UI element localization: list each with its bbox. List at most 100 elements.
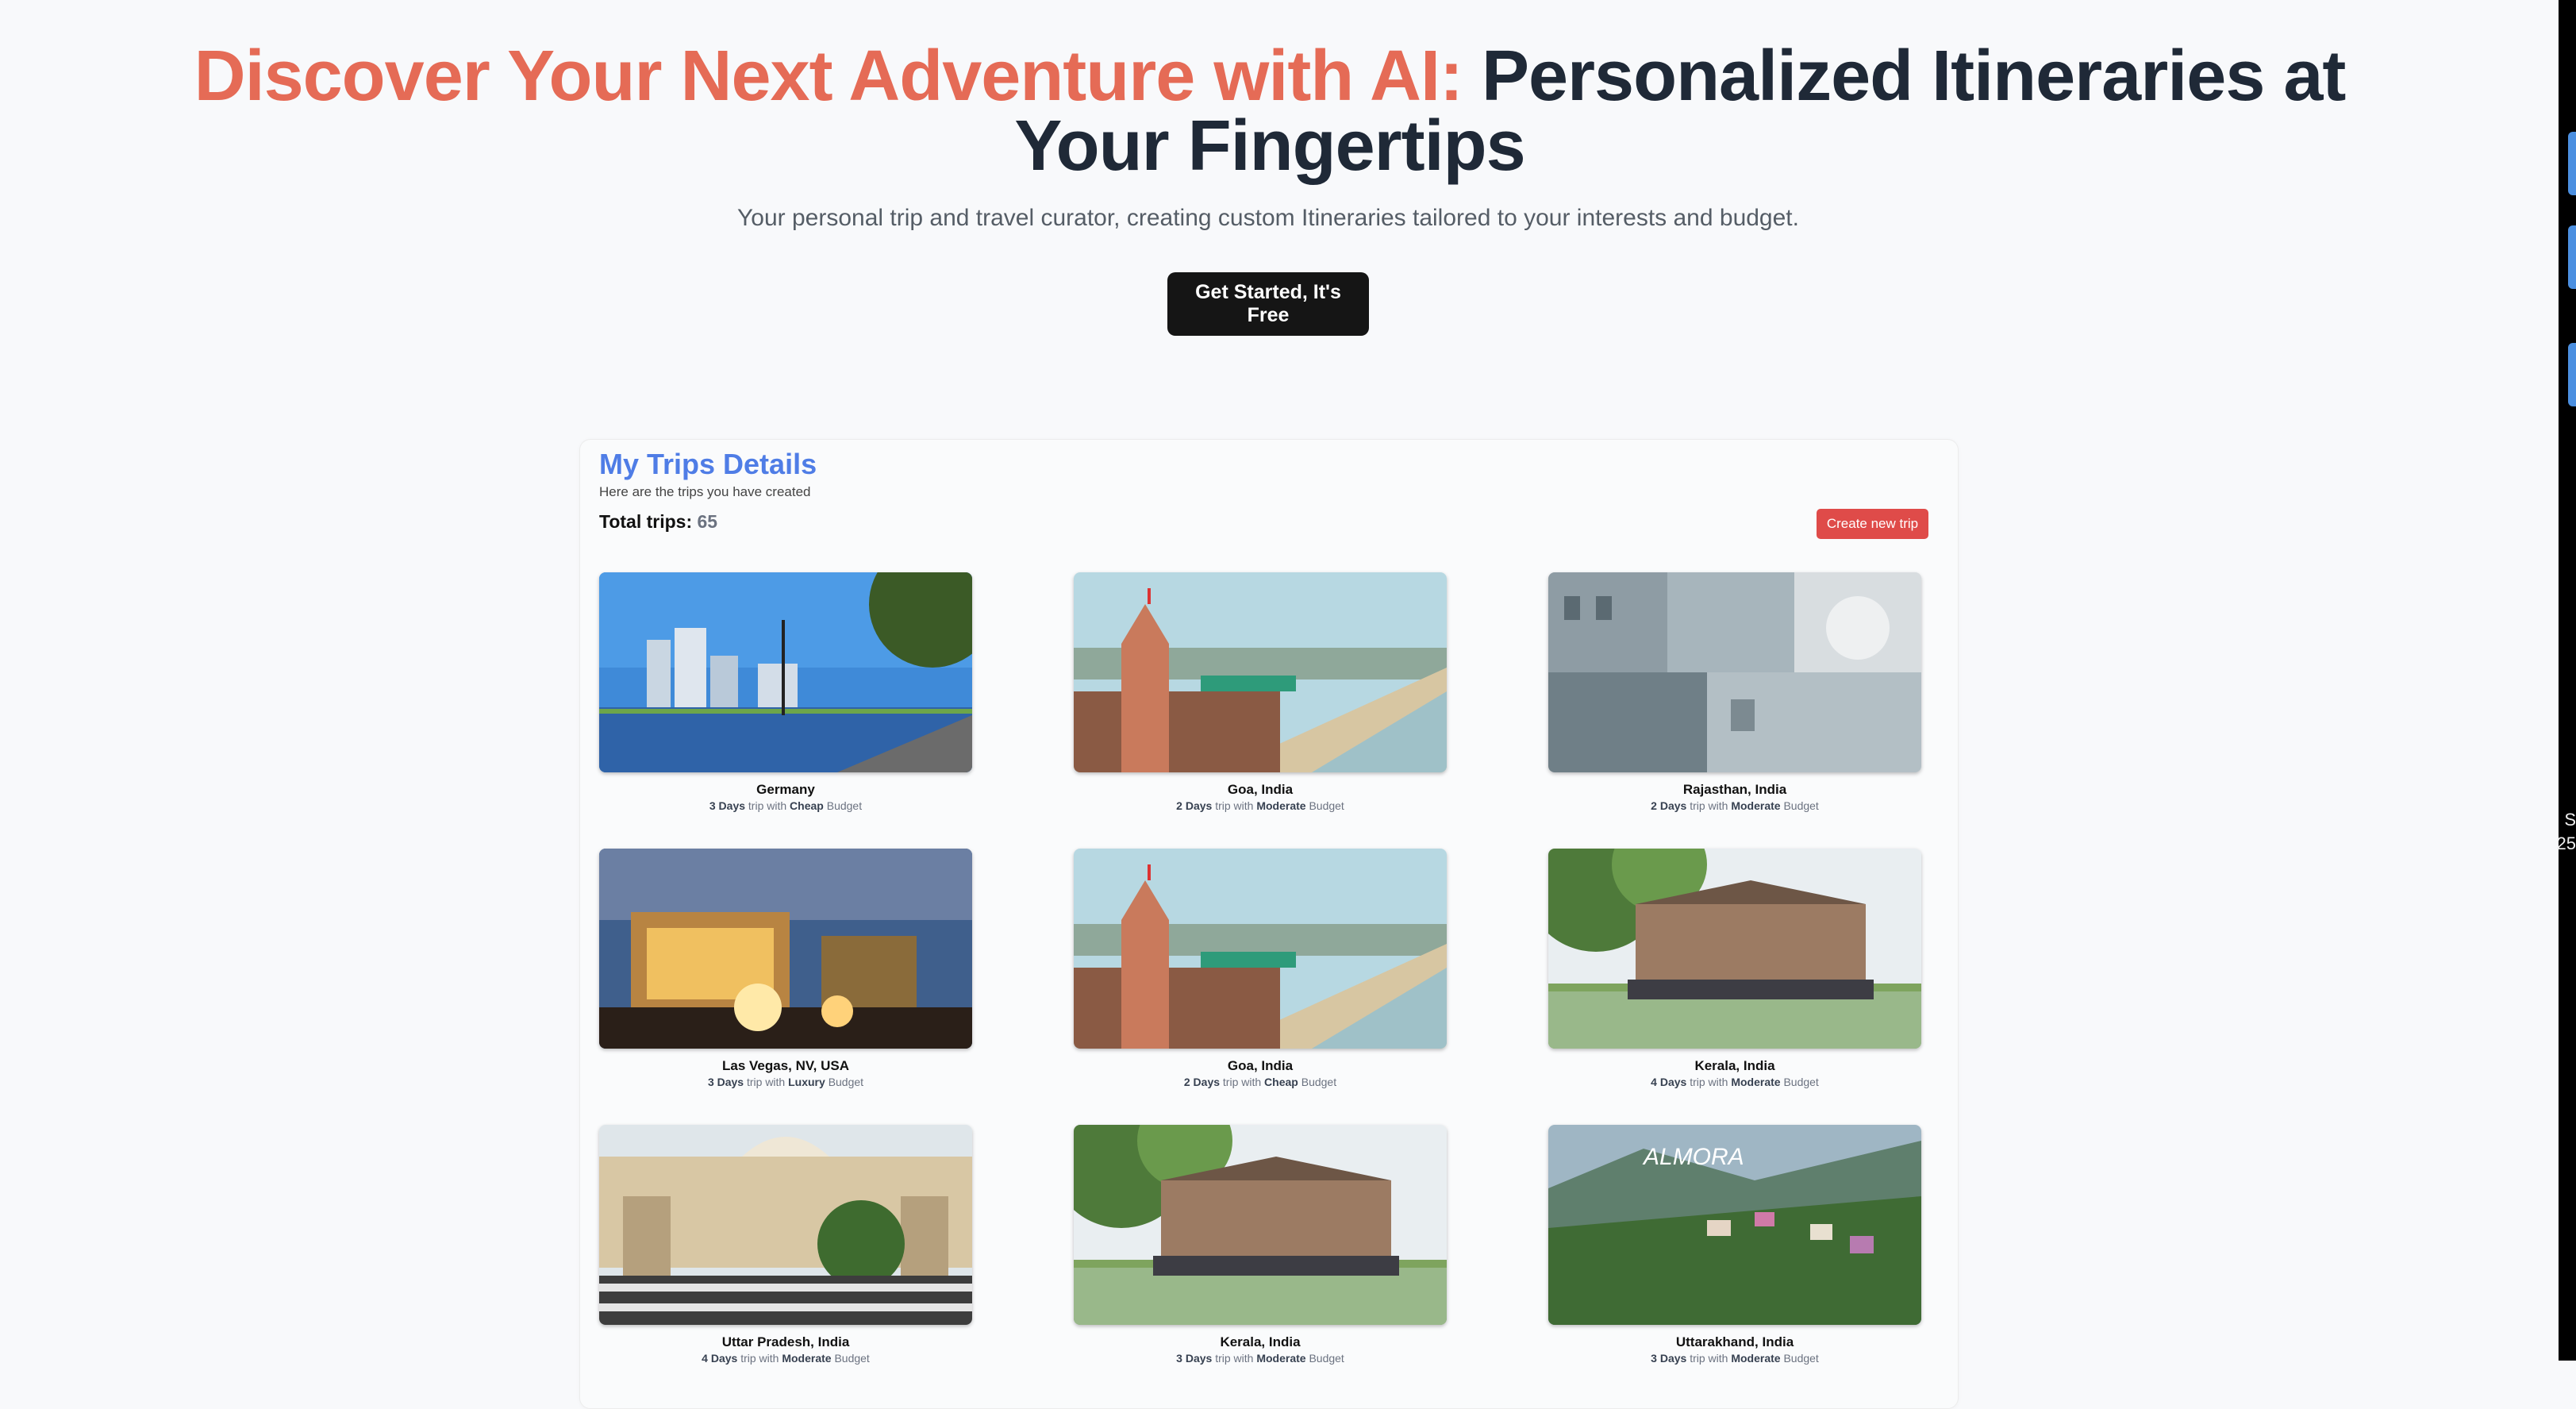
get-started-button[interactable]: Get Started, It's Free: [1167, 272, 1369, 336]
trip-with-label: trip with: [1215, 1352, 1254, 1365]
hero-subtitle: Your personal trip and travel curator, c…: [737, 205, 1799, 231]
edge-tab: [2568, 225, 2576, 289]
trips-subtitle: Here are the trips you have created: [599, 484, 811, 499]
trip-image[interactable]: [599, 849, 972, 1049]
trip-days: 3 Days: [1651, 1352, 1687, 1365]
trip-with-label: trip with: [746, 1076, 786, 1088]
trip-destination: Kerala, India: [1694, 1058, 1775, 1073]
trip-days: 3 Days: [707, 1076, 744, 1088]
trip-budget: Cheap: [790, 799, 824, 812]
budget-label: Budget: [1783, 1352, 1819, 1365]
create-new-trip-button[interactable]: Create new trip: [1817, 509, 1928, 539]
trip-summary: 3 Days trip with Moderate Budget: [1074, 1352, 1447, 1365]
trip-days: 4 Days: [1651, 1076, 1687, 1088]
trip-photo: ALMORA: [1548, 1125, 1921, 1325]
trip-summary: 2 Days trip with Cheap Budget: [1074, 1076, 1447, 1088]
trip-card[interactable]: Las Vegas, NV, USA 3 Days trip with Luxur…: [599, 849, 972, 1088]
budget-label: Budget: [834, 1352, 870, 1365]
trip-image[interactable]: [599, 1125, 972, 1325]
trip-with-label: trip with: [748, 799, 787, 812]
trip-budget: Moderate: [1731, 1352, 1781, 1365]
total-trips: Total trips: 65: [599, 511, 717, 533]
trip-days: 3 Days: [709, 799, 746, 812]
trip-destination: Uttar Pradesh, India: [721, 1334, 850, 1349]
trip-with-label: trip with: [1215, 799, 1254, 812]
trip-days: 2 Days: [1176, 799, 1213, 812]
trip-photo: [599, 849, 972, 1049]
trip-card[interactable]: ALMORA Uttarakhand, India 3 Days trip with…: [1548, 1125, 1921, 1365]
trip-photo: [1548, 572, 1921, 772]
budget-label: Budget: [1301, 1076, 1337, 1088]
trip-with-label: trip with: [1222, 1076, 1262, 1088]
trip-destination: Rajasthan, India: [1682, 782, 1787, 797]
hero-title-accent: Discover Your Next Adventure with AI:: [194, 37, 1463, 116]
trip-budget: Cheap: [1264, 1076, 1298, 1088]
trip-destination: Germany: [756, 782, 815, 797]
trip-image[interactable]: [1074, 1125, 1447, 1325]
svg-text:ALMORA: ALMORA: [1642, 1144, 1744, 1170]
hero-title: Discover Your Next Adventure with AI: Pe…: [159, 40, 2381, 182]
trip-budget: Luxury: [788, 1076, 825, 1088]
budget-label: Budget: [1309, 799, 1344, 812]
trip-destination: Las Vegas, NV, USA: [721, 1058, 849, 1073]
trip-summary: 2 Days trip with Moderate Budget: [1074, 799, 1447, 812]
trip-budget: Moderate: [1256, 799, 1306, 812]
budget-label: Budget: [828, 1076, 864, 1088]
trip-budget: Moderate: [782, 1352, 832, 1365]
trip-destination: Kerala, India: [1220, 1334, 1301, 1349]
trip-image[interactable]: [599, 572, 972, 772]
trip-photo: [1074, 849, 1447, 1049]
trip-summary: 4 Days trip with Moderate Budget: [1548, 1076, 1921, 1088]
trip-budget: Moderate: [1731, 1076, 1781, 1088]
trip-card[interactable]: Goa, India 2 Days trip with Moderate Budg…: [1074, 572, 1447, 812]
trip-card[interactable]: Kerala, India 3 Days trip with Moderate B…: [1074, 1125, 1447, 1365]
trip-days: 3 Days: [1176, 1352, 1213, 1365]
trip-card[interactable]: Rajasthan, India 2 Days trip with Moderat…: [1548, 572, 1921, 812]
edge-tab: [2568, 343, 2576, 406]
total-trips-label: Total trips:: [599, 511, 693, 532]
trip-with-label: trip with: [740, 1352, 779, 1365]
trips-title: My Trips Details: [599, 448, 817, 480]
trip-days: 2 Days: [1651, 799, 1687, 812]
trip-summary: 4 Days trip with Moderate Budget: [599, 1352, 972, 1365]
budget-label: Budget: [1783, 799, 1819, 812]
edge-text: S: [2564, 810, 2576, 830]
trip-summary: 3 Days trip with Moderate Budget: [1548, 1352, 1921, 1365]
trip-card[interactable]: Kerala, India 4 Days trip with Moderate B…: [1548, 849, 1921, 1088]
trip-photo: [599, 1125, 972, 1325]
trip-days: 2 Days: [1183, 1076, 1221, 1088]
trip-image[interactable]: [1074, 572, 1447, 772]
budget-label: Budget: [1783, 1076, 1819, 1088]
trip-destination: Uttarakhand, India: [1675, 1334, 1794, 1349]
trip-photo: [1548, 849, 1921, 1049]
total-trips-count: 65: [697, 511, 718, 532]
trip-photo: [599, 572, 972, 772]
trip-card[interactable]: Uttar Pradesh, India 4 Days trip with Mod…: [599, 1125, 972, 1365]
trip-destination: Goa, India: [1227, 1058, 1294, 1073]
trip-summary: 2 Days trip with Moderate Budget: [1548, 799, 1921, 812]
trip-summary: 3 Days trip with Luxury Budget: [599, 1076, 972, 1088]
budget-label: Budget: [1309, 1352, 1344, 1365]
trip-with-label: trip with: [1690, 799, 1728, 812]
edge-tab: [2568, 132, 2576, 195]
trips-panel: My Trips Details Here are the trips you …: [579, 439, 1959, 1409]
edge-text: 25: [2556, 833, 2576, 853]
trip-card[interactable]: Goa, India 2 Days trip with Cheap Budget: [1074, 849, 1447, 1088]
trip-days: 4 Days: [702, 1352, 738, 1365]
trip-with-label: trip with: [1690, 1352, 1728, 1365]
trip-budget: Moderate: [1256, 1352, 1306, 1365]
trip-image[interactable]: [1548, 572, 1921, 772]
trip-photo: [1074, 572, 1447, 772]
trip-card[interactable]: Germany 3 Days trip with Cheap Budget: [599, 572, 972, 812]
trip-budget: Moderate: [1731, 799, 1781, 812]
trip-image[interactable]: ALMORA: [1548, 1125, 1921, 1325]
budget-label: Budget: [826, 799, 863, 812]
trip-grid: Germany 3 Days trip with Cheap Budget Goa,…: [599, 572, 1932, 1365]
trip-with-label: trip with: [1690, 1076, 1728, 1088]
trip-summary: 3 Days trip with Cheap Budget: [599, 799, 972, 812]
trip-image[interactable]: [1548, 849, 1921, 1049]
trip-photo: [1074, 1125, 1447, 1325]
trip-image[interactable]: [1074, 849, 1447, 1049]
trip-destination: Goa, India: [1227, 782, 1294, 797]
window-edge: S 25: [2556, 0, 2576, 1361]
